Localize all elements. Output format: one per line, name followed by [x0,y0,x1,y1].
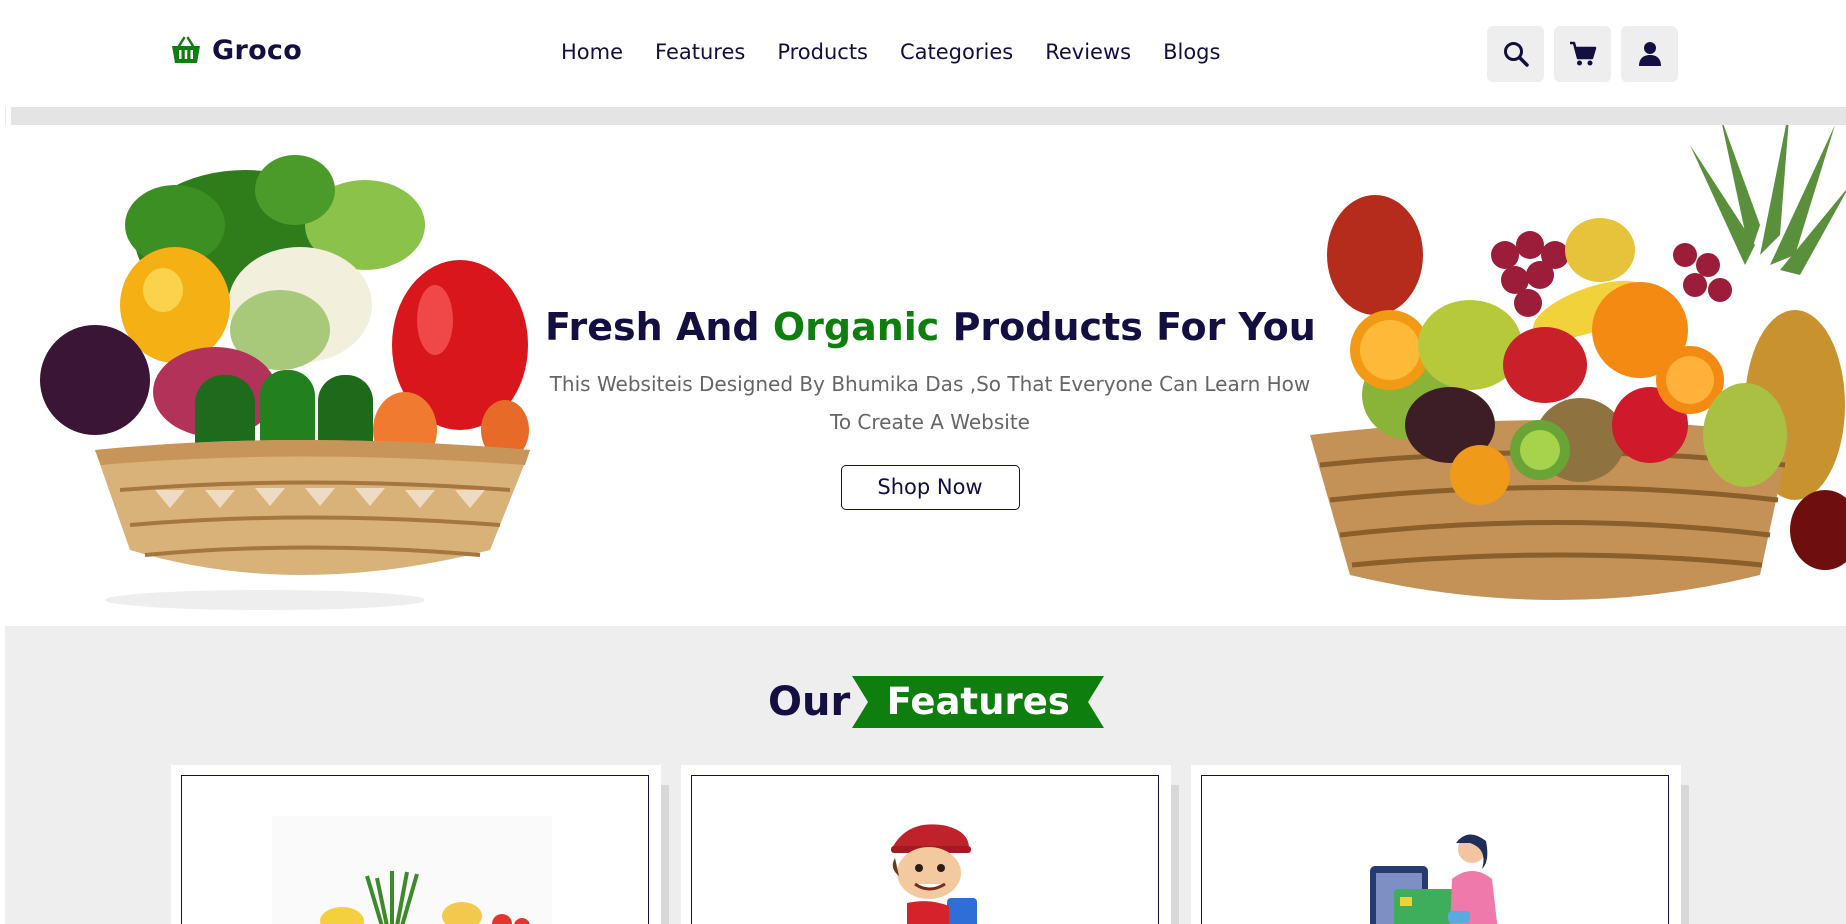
hero-title-part1: Fresh And [545,305,773,349]
search-button[interactable] [1487,26,1544,82]
hero-section: Fresh And Organic Products For You This … [5,125,1846,626]
main-nav: Home Features Products Categories Review… [561,40,1220,64]
nav-categories[interactable]: Categories [900,40,1013,64]
feature-card-inner [181,775,649,924]
features-section: Our Features [5,626,1846,924]
nav-blogs[interactable]: Blogs [1163,40,1220,64]
nav-reviews[interactable]: Reviews [1045,40,1131,64]
nav-products[interactable]: Products [777,40,868,64]
user-button[interactable] [1621,26,1678,82]
features-heading-prefix: Our [768,679,851,725]
fresh-produce-image [272,816,552,924]
card-shadow [1681,785,1689,924]
header-divider [11,107,1846,125]
hero-title-part2: Products For You [939,305,1316,349]
header-icons [1487,26,1678,82]
basket-icon [172,36,200,63]
feature-card-inner [691,775,1159,924]
fruit-basket-image [1310,125,1846,600]
nav-features[interactable]: Features [655,40,745,64]
nav-home[interactable]: Home [561,40,623,64]
hero-title-accent: Organic [772,305,940,349]
card-shadow [661,785,669,924]
site-header: Groco Home Features Products Categories … [0,0,1846,107]
user-icon [1638,42,1661,66]
logo[interactable]: Groco [170,34,302,66]
features-heading: Our Features [768,676,1105,728]
feature-card [171,765,669,924]
hero-title: Fresh And Organic Products For You [545,305,1316,349]
delivery-boy-image [891,824,977,924]
hero-content: Fresh And Organic Products For You This … [545,305,1316,510]
search-icon [1503,42,1529,67]
feature-card-inner [1201,775,1669,924]
feature-card [681,765,1179,924]
feature-card [1191,765,1689,924]
card-shadow [1171,785,1179,924]
features-ribbon: Features [852,676,1105,728]
online-payment-image [1370,834,1498,924]
cart-icon [1569,41,1596,66]
vegetable-basket-image [40,155,530,610]
shop-now-button[interactable]: Shop Now [840,465,1020,510]
brand-name: Groco [212,34,303,66]
hero-description: This Websiteis Designed By Bhumika Das ,… [549,372,1311,434]
features-heading-highlight: Features [886,680,1070,723]
cart-button[interactable] [1554,26,1611,82]
